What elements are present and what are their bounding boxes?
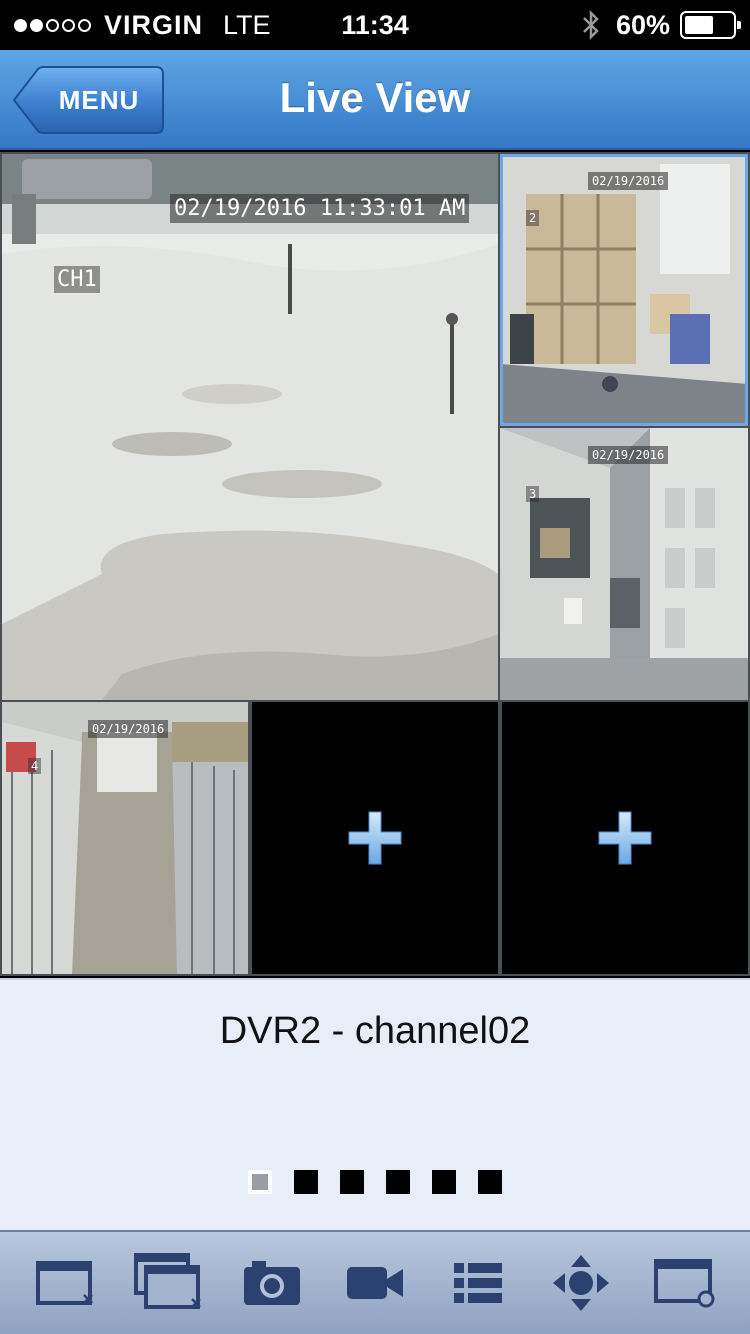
page-dot[interactable] <box>478 1170 502 1194</box>
device-list-icon <box>454 1263 503 1303</box>
camera-feed-image <box>2 154 498 700</box>
channel-info-panel: DVR2 - channel02 <box>0 978 750 1230</box>
camera-feed-main[interactable]: 02/19/2016 11:33:01 AM CH1 <box>2 154 498 700</box>
snapshot-button[interactable] <box>232 1248 312 1318</box>
plus-icon <box>348 811 402 865</box>
selected-channel-name: DVR2 - channel02 <box>219 1010 531 1052</box>
snapshot-camera-icon <box>243 1261 300 1305</box>
network-type: LTE <box>223 9 271 40</box>
camera-feed-image <box>500 428 748 700</box>
navigation-bar: MENU Live View <box>0 50 750 150</box>
status-bar: VIRGIN LTE 11:34 60% <box>0 0 750 50</box>
signal-strength-icon <box>14 18 94 32</box>
record-video-icon <box>346 1267 403 1299</box>
page-dot[interactable] <box>432 1170 456 1194</box>
ptz-control-button[interactable] <box>541 1248 621 1318</box>
feed-channel-label: CH1 <box>54 266 100 293</box>
feed-timestamp: 02/19/2016 <box>88 720 169 738</box>
feed-timestamp: 02/19/2016 <box>588 446 669 464</box>
feed-channel-label: 3 <box>526 486 540 502</box>
ptz-control-icon <box>553 1255 610 1311</box>
camera-feed-2[interactable]: 02/19/2016 2 <box>500 154 748 426</box>
menu-button[interactable]: MENU <box>12 66 164 134</box>
add-channel-slot[interactable] <box>252 702 498 974</box>
battery-icon <box>680 11 741 39</box>
close-channel-icon <box>35 1261 93 1305</box>
battery-percentage: 60% <box>615 9 670 40</box>
camera-feed-3[interactable]: 02/19/2016 3 <box>500 428 748 700</box>
bottom-toolbar <box>0 1230 750 1334</box>
page-dot[interactable] <box>294 1170 318 1194</box>
feed-timestamp: 02/19/2016 11:33:01 AM <box>170 194 470 223</box>
bluetooth-icon <box>583 9 599 41</box>
page-indicator[interactable] <box>0 1170 750 1194</box>
close-channel-button[interactable] <box>26 1248 106 1318</box>
menu-button-label: MENU <box>58 85 140 115</box>
page-dot[interactable] <box>386 1170 410 1194</box>
camera-feed-image <box>500 154 748 426</box>
feed-channel-label: 4 <box>28 758 42 774</box>
close-all-button[interactable] <box>129 1248 209 1318</box>
feed-timestamp: 02/19/2016 <box>588 172 669 190</box>
settings-window-icon <box>654 1259 715 1308</box>
carrier-name: VIRGIN <box>104 9 204 40</box>
close-all-icon <box>133 1253 201 1309</box>
record-button[interactable] <box>335 1248 415 1318</box>
add-channel-slot[interactable] <box>502 702 748 974</box>
plus-icon <box>598 811 652 865</box>
camera-feed-image <box>2 702 248 974</box>
camera-feed-4[interactable]: 02/19/2016 4 <box>2 702 248 974</box>
feed-channel-label: 2 <box>526 210 540 226</box>
page-dot[interactable] <box>340 1170 364 1194</box>
camera-grid: 02/19/2016 11:33:01 AM CH1 02/19/2016 2 <box>0 152 750 976</box>
settings-window-button[interactable] <box>644 1248 724 1318</box>
page-dot[interactable] <box>248 1170 272 1194</box>
device-list-button[interactable] <box>438 1248 518 1318</box>
